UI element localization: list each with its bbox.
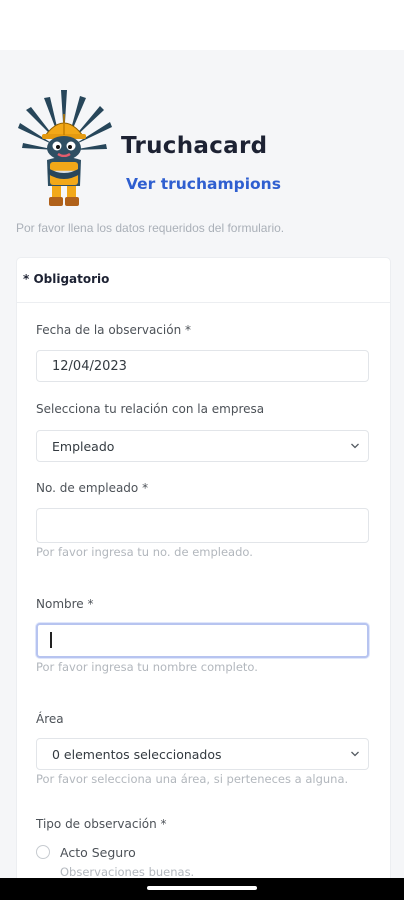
home-indicator[interactable] [147, 886, 257, 890]
status-bar [0, 0, 404, 50]
radio-acto-seguro[interactable] [36, 845, 50, 859]
relation-select[interactable]: Empleado [36, 430, 369, 462]
app-title: Truchacard [121, 133, 268, 159]
form-instructions: Por favor llena los datos requeridos del… [16, 221, 285, 235]
chevron-down-icon [351, 751, 359, 757]
text-cursor [50, 632, 52, 648]
truchampions-link[interactable]: Ver truchampions [126, 175, 281, 193]
name-input[interactable] [36, 623, 369, 658]
name-label: Nombre * [36, 597, 94, 611]
date-value: 12/04/2023 [52, 359, 127, 374]
radio-acto-seguro-help: Observaciones buenas. [60, 865, 195, 879]
radio-acto-seguro-label[interactable]: Acto Seguro [60, 845, 136, 860]
area-select[interactable]: 0 elementos seleccionados [36, 738, 369, 770]
area-help: Por favor selecciona una área, si perten… [36, 772, 349, 786]
chevron-down-icon [351, 443, 359, 449]
employee-number-help: Por favor ingresa tu no. de empleado. [36, 545, 253, 559]
relation-label: Selecciona tu relación con la empresa [36, 402, 265, 416]
relation-value: Empleado [52, 439, 115, 454]
date-label: Fecha de la observación * [36, 323, 191, 337]
agave-mascot-icon [18, 90, 112, 206]
required-note: * Obligatorio [23, 272, 110, 286]
observation-type-label: Tipo de observación * [36, 817, 167, 831]
employee-number-input[interactable] [36, 508, 369, 543]
employee-number-label: No. de empleado * [36, 481, 149, 495]
area-label: Área [36, 712, 64, 726]
date-field[interactable]: 12/04/2023 [36, 350, 369, 382]
form-card-header: * Obligatorio [17, 258, 390, 303]
area-value: 0 elementos seleccionados [52, 747, 222, 762]
name-help: Por favor ingresa tu nombre completo. [36, 660, 258, 674]
